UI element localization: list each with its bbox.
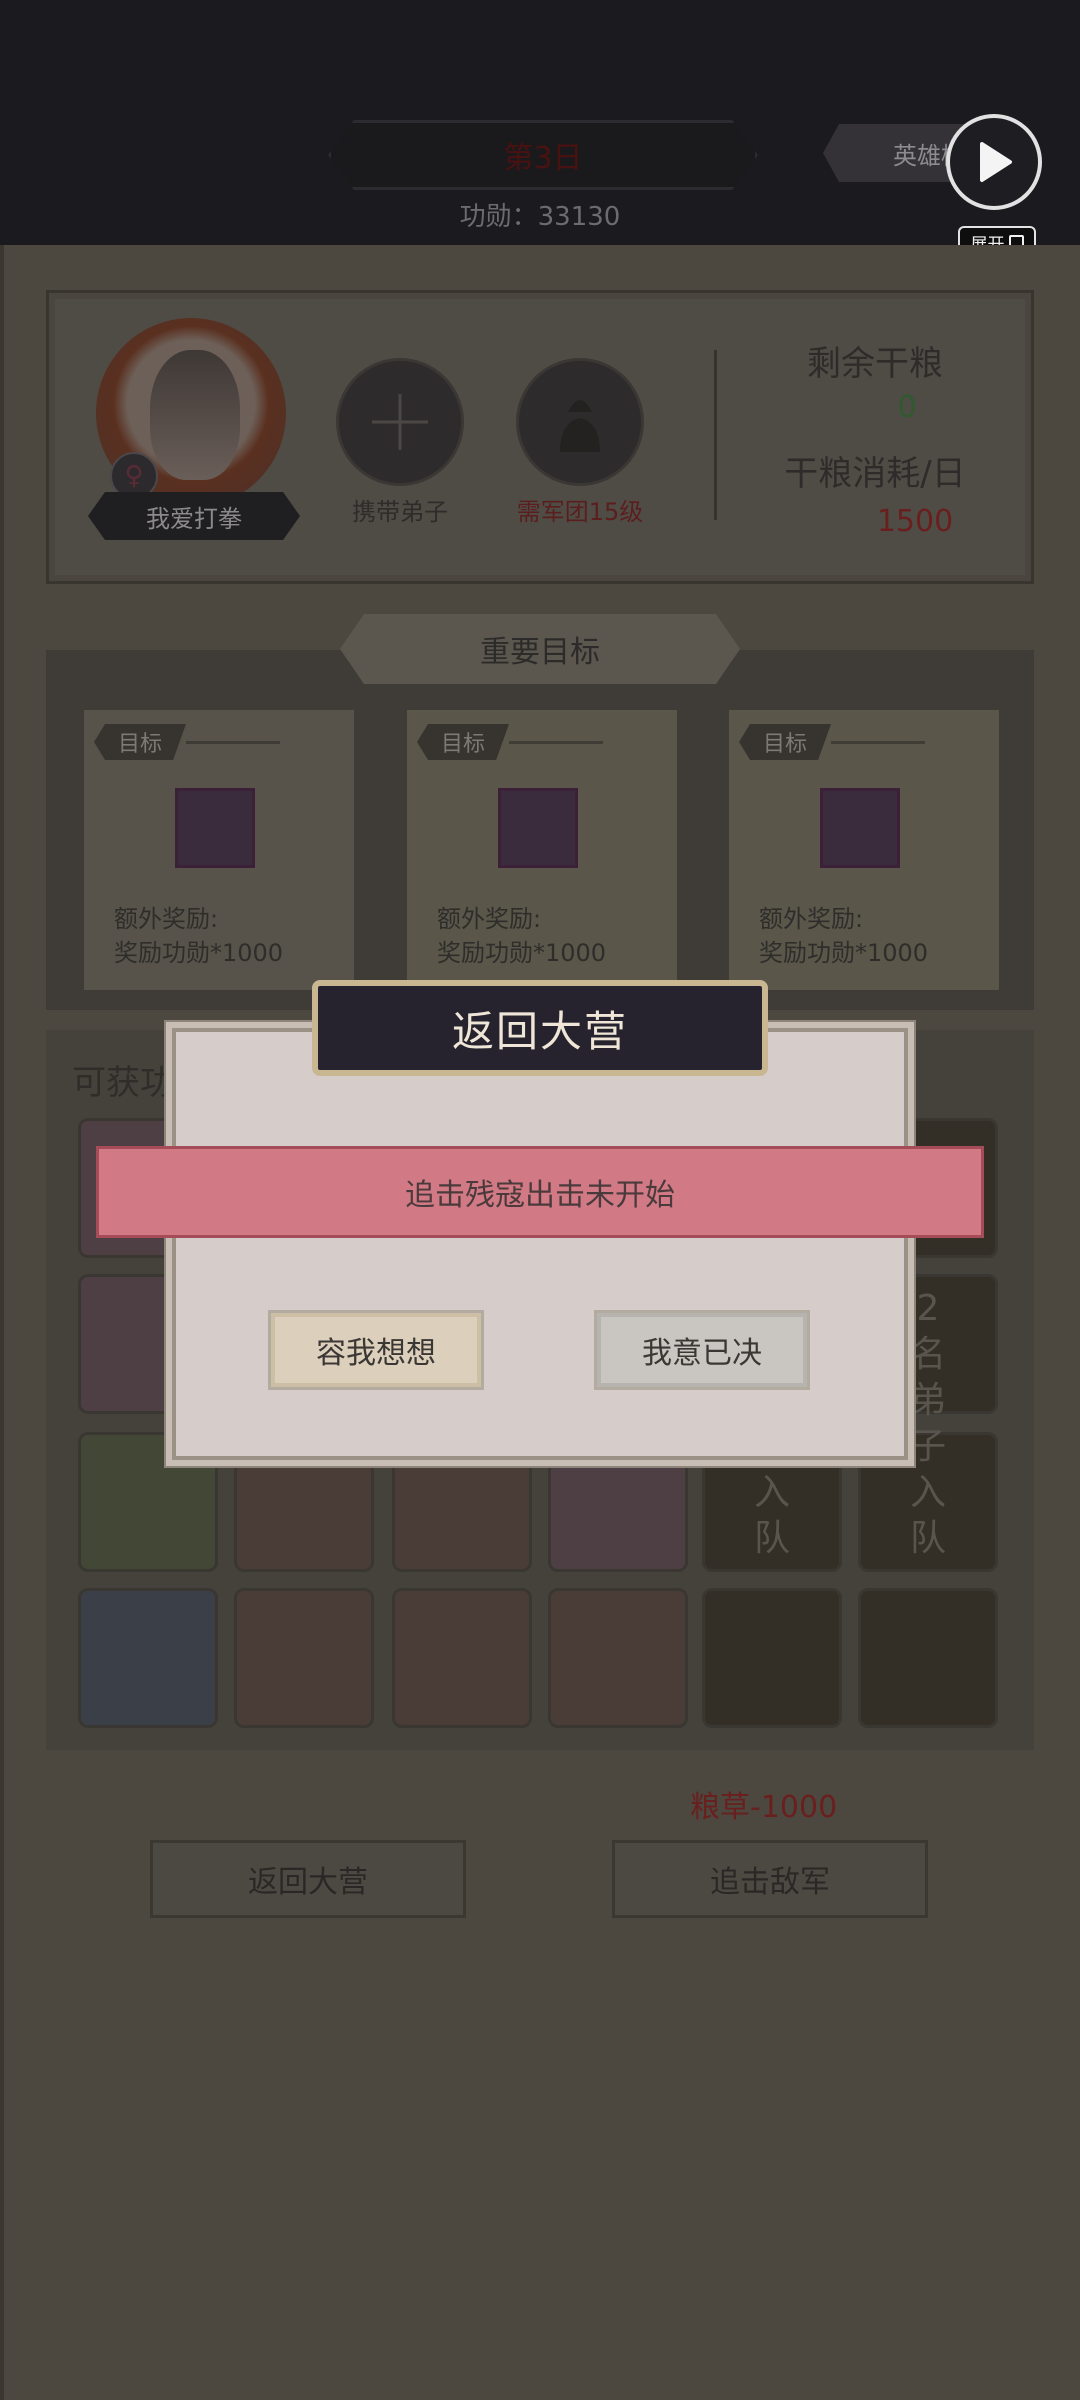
companion-slot-label: 携带弟子 <box>352 498 448 526</box>
reward-cell-empty[interactable] <box>548 1588 688 1728</box>
companion-slot[interactable] <box>336 358 464 486</box>
goal-reward-label: 额外奖励: <box>437 905 542 933</box>
locked-slot-label: 需军团15级 <box>516 498 644 526</box>
merit-counter: 功勋：33130 <box>459 202 621 232</box>
goal-reward-value: 奖励功勋*1000 <box>437 939 607 967</box>
return-camp-button[interactable]: 返回大营 <box>150 1840 466 1918</box>
recruit-cell[interactable] <box>702 1588 842 1728</box>
think-again-button[interactable]: 容我想想 <box>268 1310 484 1390</box>
goal-item-armor-icon <box>498 788 578 868</box>
confirm-button[interactable]: 我意已决 <box>594 1310 810 1390</box>
goal-tag: 目标 <box>417 724 509 760</box>
goal-divider <box>831 741 925 744</box>
rewards-title: 可获功 <box>72 1063 174 1103</box>
reward-cell-empty[interactable] <box>392 1588 532 1728</box>
food-left-label: 剩余干粮 <box>807 344 943 384</box>
day-label: 第3日 <box>503 141 583 176</box>
recruit-text: 入 队 <box>753 1472 790 1559</box>
character-name: 我爱打拳 <box>88 492 300 540</box>
reward-cell-money-bag[interactable] <box>78 1588 218 1728</box>
return-camp-dialog <box>172 1028 908 1460</box>
play-icon <box>980 142 1012 182</box>
goal-tag: 目标 <box>739 724 831 760</box>
goal-reward-label: 额外奖励: <box>114 905 219 933</box>
play-button[interactable] <box>946 114 1042 210</box>
recruit-cell[interactable] <box>858 1588 998 1728</box>
card-divider <box>714 350 717 520</box>
locked-slot[interactable] <box>516 358 644 486</box>
goal-item-wings-icon <box>175 788 255 868</box>
goal-reward-value: 奖励功勋*1000 <box>114 939 284 967</box>
plus-icon <box>372 394 428 450</box>
goal-divider <box>509 741 603 744</box>
dialog-title: 返回大营 <box>312 980 768 1076</box>
goal-item-scroll-icon <box>820 788 900 868</box>
goals-title: 重要目标 <box>340 614 740 684</box>
goal-divider <box>186 741 280 744</box>
dialog-alert: 追击残寇出击未开始 <box>96 1146 984 1238</box>
grain-cost: 粮草-1000 <box>690 1790 838 1825</box>
reward-cell-empty[interactable] <box>234 1588 374 1728</box>
food-cost-label: 干粮消耗/日 <box>784 454 966 494</box>
goal-tag: 目标 <box>94 724 186 760</box>
food-left-value: 0 <box>897 390 917 425</box>
goal-reward-label: 额外奖励: <box>759 905 864 933</box>
chase-enemy-button[interactable]: 追击敌军 <box>612 1840 928 1918</box>
silhouette-icon <box>560 400 600 452</box>
avatar-portrait <box>150 350 240 480</box>
goal-reward-value: 奖励功勋*1000 <box>759 939 929 967</box>
food-cost-value: 1500 <box>876 504 954 539</box>
day-banner: 第3日 <box>328 120 758 190</box>
